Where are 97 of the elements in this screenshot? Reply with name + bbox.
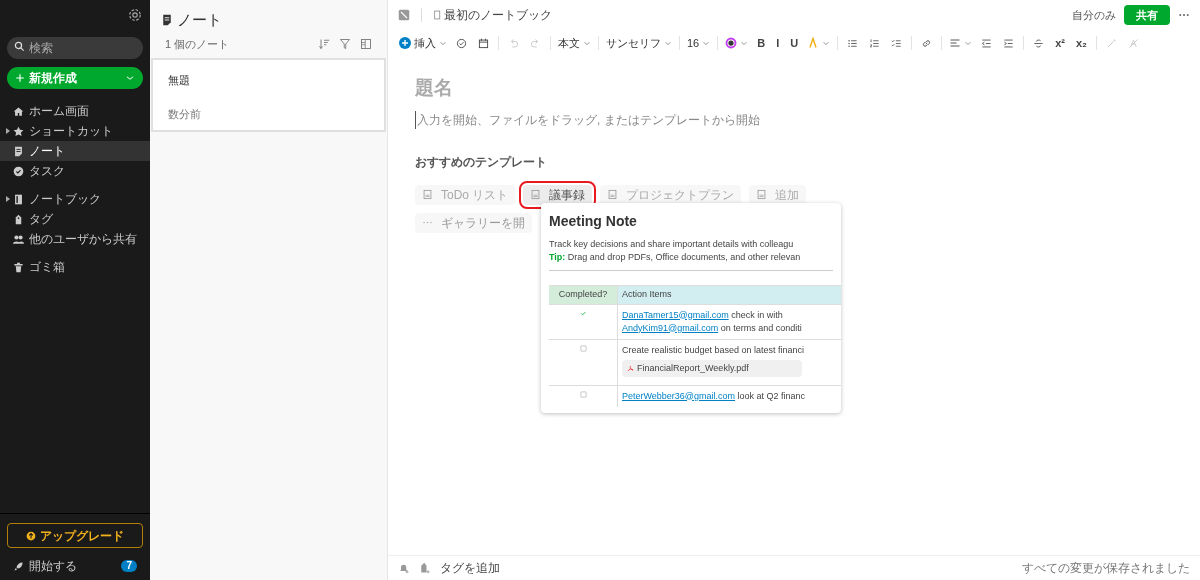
- caret-icon: [439, 39, 447, 47]
- preview-description: Track key decisions and share important details with colleagu: [549, 237, 795, 251]
- section-heading: おすすめのテンプレート: [415, 153, 548, 171]
- caret-icon: [583, 39, 591, 47]
- format-button[interactable]: B: [755, 34, 768, 52]
- check-circle-icon: [456, 37, 467, 49]
- notebook-icon: [433, 10, 442, 20]
- star-icon: [13, 125, 24, 137]
- caret-icon: [702, 39, 711, 47]
- sidebar-item[interactable]: ショートカット: [0, 121, 150, 141]
- layout-icon: [360, 38, 372, 50]
- panel-title: ノート: [177, 9, 222, 30]
- plus-circle-icon: [399, 37, 411, 49]
- getting-started-link[interactable]: 開始する: [29, 557, 77, 575]
- document-icon: [422, 189, 433, 200]
- email-link[interactable]: AndyKim91@gmail.com: [622, 322, 719, 333]
- indent-icon: [1003, 37, 1015, 49]
- document-icon: [607, 189, 619, 200]
- plus-icon: [15, 73, 25, 83]
- check-circle-icon: [13, 165, 24, 177]
- note-title: 無題: [168, 73, 191, 88]
- note-icon: [161, 14, 173, 26]
- search-icon: [14, 41, 25, 52]
- strikethrough-icon: [1033, 37, 1045, 49]
- bell-add-icon: [398, 562, 410, 574]
- toolbar-button[interactable]: [476, 37, 491, 49]
- table-cell-text: DanaTamer15@gmail.com check in with AndyKim91@gmail.com on terms and conditi: [622, 308, 803, 335]
- table-header: Action Items: [617, 285, 841, 304]
- caret-icon: [964, 39, 973, 47]
- count-badge: 7: [121, 560, 137, 572]
- upgrade-button[interactable]: アップグレード: [7, 523, 143, 548]
- format-dropdown[interactable]: サンセリフ: [606, 34, 672, 52]
- align-button[interactable]: [949, 37, 973, 49]
- format-button[interactable]: x²: [1053, 34, 1067, 52]
- attachment-chip[interactable]: FinancialReport_Weekly.pdf: [622, 359, 802, 377]
- caret-icon: [664, 39, 672, 47]
- table-cell-text: PeterWebber36@gmail.com look at Q2 financ: [622, 389, 807, 403]
- note-icon: [13, 145, 24, 157]
- caret-icon: [822, 39, 831, 47]
- search-field[interactable]: 検索: [7, 37, 143, 59]
- caret-icon: [740, 39, 749, 47]
- email-link[interactable]: PeterWebber36@gmail.com: [622, 390, 736, 401]
- format-dropdown[interactable]: 本文: [558, 34, 591, 52]
- clear-format-icon: [1128, 37, 1139, 49]
- notebook-link[interactable]: 最初のノートブック: [444, 6, 552, 24]
- table-header: Completed?: [549, 285, 617, 304]
- add-tag-button[interactable]: タグを追加: [440, 559, 500, 577]
- preview-title: Meeting Note: [549, 211, 638, 231]
- filter-icon: [339, 38, 351, 50]
- undo-icon: [508, 37, 519, 49]
- document-icon: [530, 189, 542, 200]
- insert-button[interactable]: 挿入: [399, 34, 447, 52]
- visibility-label: 自分のみ: [1072, 7, 1116, 23]
- link-icon: [921, 37, 933, 49]
- toolbar-button[interactable]: [454, 37, 469, 49]
- note-card[interactable]: 無題 数分前: [151, 58, 386, 132]
- tag-icon: [13, 213, 24, 225]
- home-icon: [13, 105, 24, 117]
- sidebar-item[interactable]: タグ: [0, 209, 150, 229]
- outdent-icon: [981, 37, 993, 49]
- numbered-list-icon: [869, 37, 881, 49]
- trash-icon: [13, 261, 24, 273]
- checklist-icon: [891, 37, 903, 49]
- format-button[interactable]: U: [788, 34, 801, 52]
- settings-icon: [128, 8, 142, 22]
- color-wheel-icon: [725, 37, 738, 49]
- format-dropdown[interactable]: 16: [687, 34, 711, 52]
- sidebar-item[interactable]: ホーム画面: [0, 101, 150, 121]
- sidebar-item[interactable]: タスク: [0, 161, 150, 181]
- chevron-icon: [125, 73, 135, 83]
- note-time: 数分前: [168, 106, 202, 122]
- add-page-icon: [756, 189, 768, 200]
- redo-icon: [530, 37, 541, 49]
- sidebar-item[interactable]: ゴミ箱: [0, 257, 150, 277]
- table-cell-text: Create realistic budget based on latest financi: [622, 343, 806, 357]
- preview-tip: Tip: Drag and drop PDFs, Office documents, and other relevan: [549, 251, 802, 264]
- expand-icon: [398, 9, 410, 21]
- note-count: 1 個のノート: [165, 36, 230, 52]
- bullet-list-icon: [847, 37, 859, 49]
- sidebar-item[interactable]: ノート: [0, 141, 150, 161]
- tag-add-icon: [419, 562, 431, 574]
- notebook-icon: [13, 193, 24, 205]
- align-left-icon: [949, 37, 962, 49]
- sidebar-item[interactable]: ノートブック: [0, 189, 150, 209]
- text-color-button[interactable]: [725, 37, 749, 49]
- pdf-icon: [627, 364, 634, 372]
- format-button[interactable]: x₂: [1074, 34, 1089, 52]
- format-button[interactable]: I: [774, 34, 782, 52]
- sidebar-item[interactable]: 他のユーザから共有: [0, 229, 150, 249]
- people-icon: [13, 233, 24, 245]
- email-link[interactable]: DanaTamer15@gmail.com: [622, 309, 729, 320]
- save-status: すべての変更が保存されました: [1022, 560, 1190, 577]
- sort-icon: [318, 38, 330, 50]
- calendar-icon: [478, 37, 489, 49]
- upgrade-icon: [26, 530, 36, 541]
- title-field[interactable]: 題名: [415, 74, 815, 103]
- body-field[interactable]: 入力を開始、ファイルをドラッグ, またはテンプレートから開始: [415, 110, 915, 129]
